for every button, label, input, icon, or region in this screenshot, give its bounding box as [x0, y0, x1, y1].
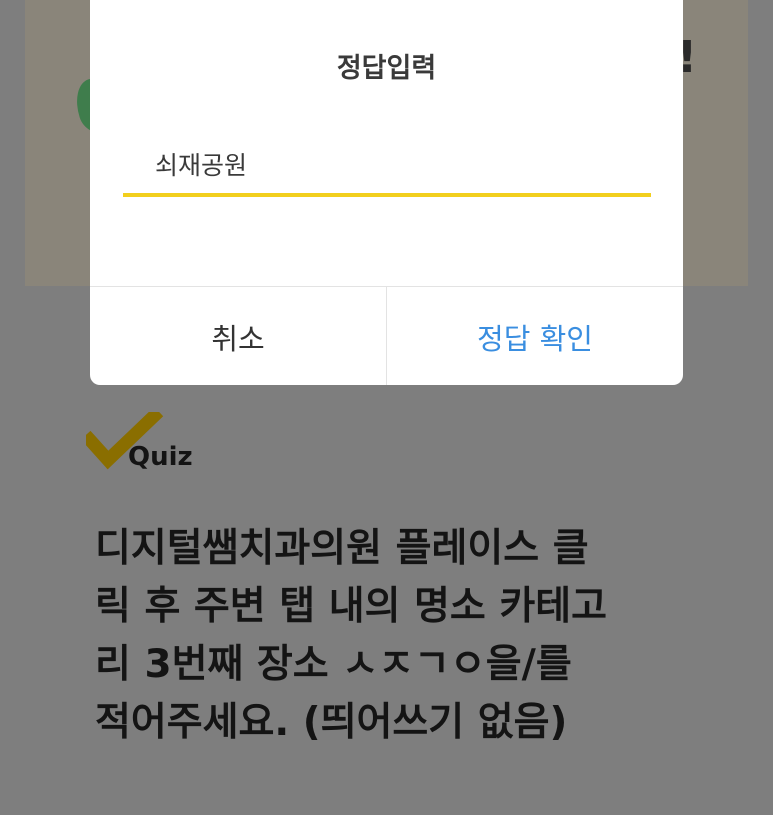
- answer-dialog: 정답입력 취소 정답 확인: [90, 0, 683, 385]
- cancel-button[interactable]: 취소: [90, 287, 387, 385]
- question-line: 적어주세요. (띄어쓰기 없음): [95, 700, 568, 745]
- quiz-question: 디지털쌤치과의원 플레이스 클 릭 후 주변 탭 내의 명소 카테고 리 3번째…: [95, 520, 695, 752]
- dialog-title: 정답입력: [336, 53, 437, 84]
- dialog-button-row: 취소 정답 확인: [90, 286, 683, 385]
- answer-input[interactable]: [123, 135, 651, 197]
- question-line: 릭 후 주변 탭 내의 명소 카테고: [95, 584, 608, 629]
- quiz-label: Quiz: [128, 442, 193, 472]
- quiz-header: Quiz: [86, 412, 196, 476]
- question-line: 디지털쌤치과의원 플레이스 클: [95, 526, 589, 571]
- confirm-answer-button[interactable]: 정답 확인: [387, 287, 683, 385]
- question-line: 리 3번째 장소 ㅅㅈㄱㅇ을/를: [95, 642, 572, 687]
